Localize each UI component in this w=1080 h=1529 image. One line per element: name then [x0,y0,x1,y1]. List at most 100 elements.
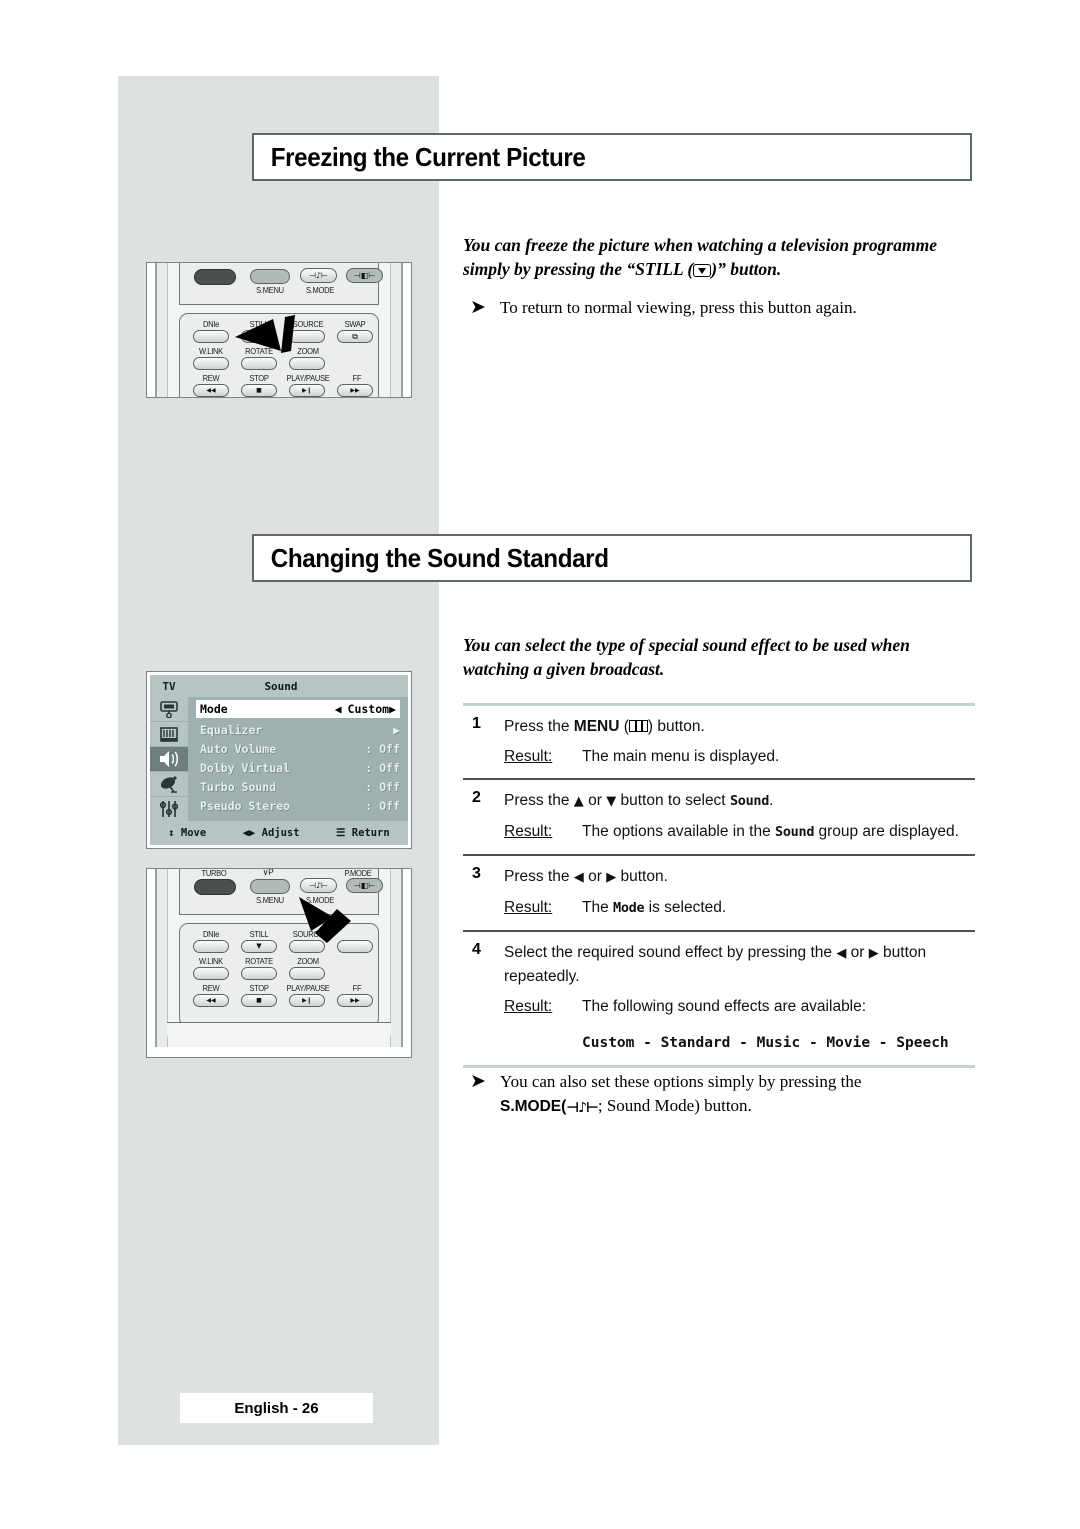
osd-row-auto-volume-value: : Off [365,741,400,756]
osd-row-pseudo-stereo-label: Pseudo Stereo [200,798,291,813]
osd-tv-label: TV [150,675,188,697]
remote-button-rotate[interactable] [241,357,277,370]
step-4-number: 4 [472,941,481,958]
remote-label-ff: FF [352,374,362,383]
step-3-text-before: Press the [504,868,574,885]
remote-button-smenu[interactable] [250,269,290,284]
remote-label-wlink: W.LINK [199,957,223,966]
note-smode-shortcut-text: You can also set these options simply by… [500,1070,975,1120]
osd-hint-adjust: ◀▶ Adjust [243,827,300,839]
picture-icon[interactable] [150,722,188,747]
right-arrow-icon[interactable]: ▶ [389,702,396,716]
osd-hint-return: ☰ Return [336,827,390,839]
remote-button-smenu[interactable] [250,879,290,894]
osd-row-equalizer[interactable]: Equalizer ▶ [200,720,400,739]
remote-button-rew[interactable]: ◀◀ [193,994,229,1007]
remote-button-still[interactable]: ▼ [241,940,277,953]
still-down-icon: ▼ [256,942,262,950]
pmode-icon: ⊣◧⊢ [353,881,376,890]
input-source-icon[interactable] [150,697,188,722]
leftright-arrow-icon: ◀▶ [242,827,256,839]
illustration-sound-menu: TV Sound Mode ◀ Custom ▶ Equalizer ▶ Aut… [146,671,412,849]
up-arrow-icon: ▲ [573,794,584,809]
osd-row-pseudo-stereo[interactable]: Pseudo Stereo : Off [200,796,400,815]
remote-button-ff[interactable]: ▶▶ [337,994,373,1007]
illustration-remote-smode-button: TURBO ∨P P.MODE ⊣♪⊢ ⊣◧⊢ S.MENU S.MODE DN… [146,868,412,1058]
sound-speaker-icon[interactable] [150,747,188,772]
remote-label-still: STILL [249,930,269,939]
osd-option-list: Mode ◀ Custom ▶ Equalizer ▶ Auto Volume … [188,697,408,821]
osd-row-mode-label: Mode [200,702,228,716]
right-arrow-icon[interactable]: ▶ [393,723,400,737]
remote-button-stop[interactable]: ■ [241,994,277,1007]
step-4-or: or [846,944,869,961]
remote-button-smode[interactable]: ⊣♪⊢ [300,268,337,283]
menu-bars-icon: ☰ [336,827,346,839]
remote-label-playpause: PLAY/PAUSE [286,374,330,383]
remote-button-wlink[interactable] [193,357,229,370]
fast-forward-icon: ▶▶ [350,387,360,394]
stop-icon: ■ [256,997,262,1004]
remote-button-ff[interactable]: ▶▶ [337,384,373,397]
steps-rule-bottom [463,1065,975,1068]
remote-label-pmode: P.MODE [344,869,372,878]
down-arrow-icon: ▼ [606,794,617,809]
remote-button-playpause[interactable]: ▶❙ [289,384,325,397]
step-4-effects-list: Custom - Standard - Music - Movie - Spee… [582,1035,949,1051]
osd-row-dolby-virtual-value: : Off [365,760,400,775]
note-smode-shortcut: ➤ You can also set these options simply … [470,1070,975,1120]
osd-row-auto-volume[interactable]: Auto Volume : Off [200,739,400,758]
osd-row-dolby-virtual[interactable]: Dolby Virtual : Off [200,758,400,777]
bullet-arrow-icon: ➤ [470,296,486,318]
osd-title-bar: TV Sound [150,675,408,697]
remote-button-rew[interactable]: ◀◀ [193,384,229,397]
step-4-effects-line: Custom - Standard - Music - Movie - Spee… [504,1025,975,1055]
manual-page: Freezing the Current Picture You can fre… [0,0,1080,1529]
osd-row-dolby-virtual-label: Dolby Virtual [200,760,291,775]
updown-arrow-icon: ↕ [168,827,175,839]
bullet-arrow-icon: ➤ [470,1070,486,1092]
remote-label-rew: REW [202,374,220,383]
setup-sliders-icon[interactable] [150,797,188,821]
step-3: 3 Press the ◀ or ▶ button. Result: The M… [463,856,975,930]
remote-button-stop[interactable]: ■ [241,384,277,397]
step-1-number: 1 [472,715,481,732]
remote-button-pmode[interactable]: ⊣◧⊢ [346,268,383,283]
left-arrow-icon[interactable]: ◀ [335,702,342,716]
intro-freezing-line1: You can freeze the picture when watching… [463,235,937,255]
remote-button-turbo[interactable] [194,879,236,895]
step-2-target: Sound [729,793,770,809]
osd-row-turbo-sound[interactable]: Turbo Sound : Off [200,777,400,796]
step-3-or: or [583,868,607,885]
remote-button-zoom[interactable] [289,357,325,370]
illustration-remote-still-button: ⊣♪⊢ ⊣◧⊢ S.MENU S.MODE DNIe STILL SOURCE … [146,262,412,398]
remote-button-zoom[interactable] [289,967,325,980]
step-2-text-before: Press the [504,792,574,809]
pointer-arrow-still [235,315,295,353]
step-1-result-label: Result: [504,748,553,765]
step-3-number: 3 [472,865,481,882]
step-1-result: Result: The main menu is displayed. [504,745,975,768]
intro-paragraph-freezing: You can freeze the picture when watching… [463,233,975,281]
step-2-result-target: Sound [775,824,815,840]
satellite-dish-icon[interactable] [150,772,188,797]
step-2-number: 2 [472,789,481,806]
remote-button-rotate[interactable] [241,967,277,980]
remote-button-dnie[interactable] [193,940,229,953]
remote-button-swap[interactable]: ⧉ [337,330,373,343]
remote-label-rew: REW [202,984,220,993]
step-3-body: Press the ◀ or ▶ button. Result: The Mod… [504,865,975,920]
remote-button-turbo[interactable] [194,269,236,285]
remote-button-playpause[interactable]: ▶❙ [289,994,325,1007]
section-heading-freezing: Freezing the Current Picture [252,133,972,181]
osd-row-auto-volume-label: Auto Volume [200,741,277,756]
remote-button-dnie[interactable] [193,330,229,343]
step-3-result-label: Result: [504,899,553,916]
osd-hint-return-label: Return [351,827,390,839]
remote-label-ff: FF [352,984,362,993]
osd-row-mode[interactable]: Mode ◀ Custom ▶ [196,700,400,718]
step-2-text-after: button to select [616,792,730,809]
play-pause-icon: ▶❙ [302,387,312,394]
remote-button-wlink[interactable] [193,967,229,980]
note-smode-line1: You can also set these options simply by… [500,1072,862,1091]
